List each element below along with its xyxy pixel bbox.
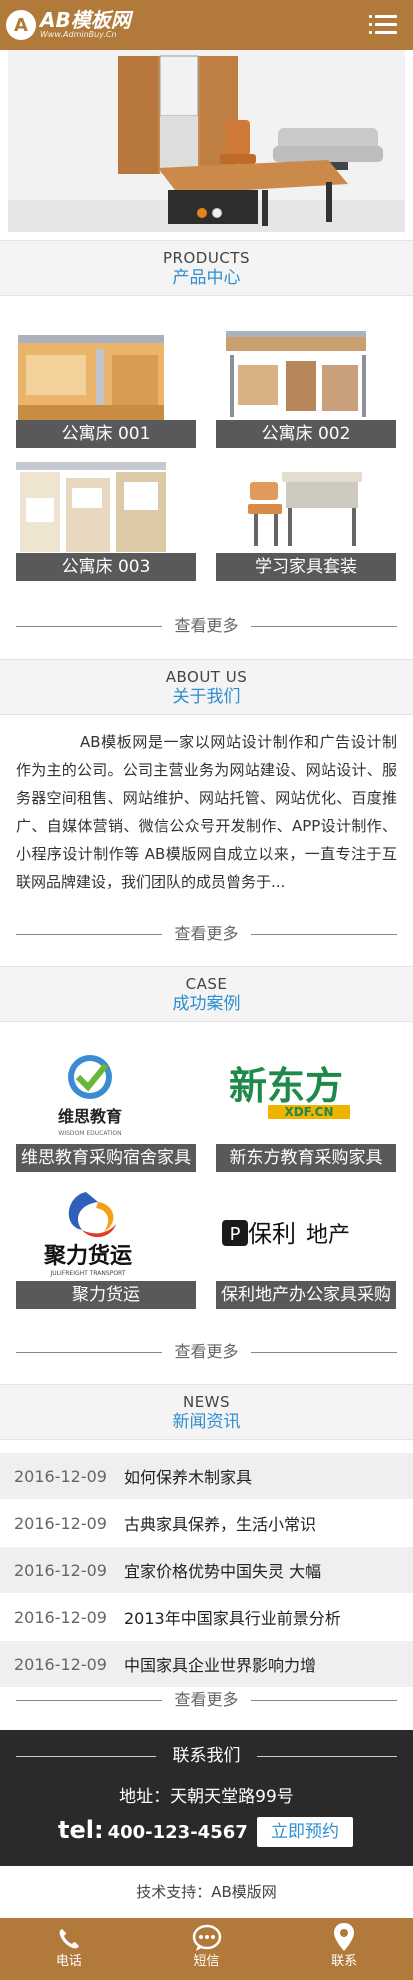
tech-support: 技术支持：AB模版网 <box>136 1883 277 1901</box>
case-caption: 聚力货运 <box>16 1281 196 1309</box>
case-card[interactable]: P 保利 地产 保利地产办公家具采购 <box>216 1186 396 1309</box>
news-title-en: NEWS <box>182 1393 231 1411</box>
product-caption: 学习家具套装 <box>216 553 396 581</box>
news-item[interactable]: 2016-12-09 中国家具企业世界影响力增 <box>0 1641 413 1687</box>
case-title-en: CASE <box>185 975 228 993</box>
news-date: 2016-12-09 <box>14 1607 107 1627</box>
news-more-link[interactable]: 查看更多 <box>171 1690 242 1709</box>
case-caption: 维思教育采购宿舍家具 <box>16 1144 196 1172</box>
menu-icon[interactable] <box>369 14 397 36</box>
case-logo-juli: 聚力货运 JULIFREIGHT TRANSPORT <box>16 1186 196 1281</box>
product-image <box>16 325 196 420</box>
news-date: 2016-12-09 <box>14 1466 107 1486</box>
product-caption: 公寓床 002 <box>216 420 396 448</box>
news-more[interactable]: 查看更多 <box>16 1688 397 1712</box>
about-title-cn[interactable]: 关于我们 <box>0 686 413 708</box>
logo-mark: A <box>6 10 36 40</box>
about-more[interactable]: 查看更多 <box>16 922 397 946</box>
product-card[interactable]: 公寓床 001 <box>16 325 196 448</box>
case-card[interactable]: 聚力货运 JULIFREIGHT TRANSPORT 聚力货运 <box>16 1186 196 1309</box>
svg-text:JULIFREIGHT TRANSPORT: JULIFREIGHT TRANSPORT <box>50 1270 126 1277</box>
tel-label: tel: <box>58 1816 104 1844</box>
tab-contact-label: 联系 <box>331 1954 358 1969</box>
svg-text:维思教育: 维思教育 <box>58 1107 122 1126</box>
location-icon <box>334 1923 355 1951</box>
product-card[interactable]: 学习家具套装 <box>216 458 396 581</box>
svg-text:WISDOM EDUCATION: WISDOM EDUCATION <box>58 1130 121 1137</box>
case-caption: 新东方教育采购家具 <box>216 1144 396 1172</box>
product-image <box>16 458 196 553</box>
news-item[interactable]: 2016-12-09 2013年中国家具行业前景分析 <box>0 1594 413 1640</box>
product-card[interactable]: 公寓床 003 <box>16 458 196 581</box>
news-date: 2016-12-09 <box>14 1513 107 1533</box>
svg-text:XDF.CN: XDF.CN <box>284 1105 333 1119</box>
case-caption: 保利地产办公家具采购 <box>216 1281 396 1309</box>
product-card[interactable]: 公寓床 002 <box>216 325 396 448</box>
case-more[interactable]: 查看更多 <box>16 1340 397 1364</box>
news-title: 宜家价格优势中国失灵 大幅 <box>124 1562 322 1581</box>
news-item[interactable]: 2016-12-09 古典家具保养，生活小常识 <box>0 1500 413 1546</box>
banner-office-furniture-image <box>8 50 405 232</box>
case-card[interactable]: 新东方 XDF.CN 新东方教育采购家具 <box>216 1049 396 1172</box>
case-title-cn[interactable]: 成功案例 <box>0 993 413 1015</box>
banner-pagination <box>197 208 222 218</box>
svg-text:聚力货运: 聚力货运 <box>43 1243 132 1269</box>
products-section-title: PRODUCTS 产品中心 <box>0 240 413 296</box>
svg-text:保利: 保利 <box>248 1220 296 1248</box>
product-image <box>216 325 396 420</box>
case-more-link[interactable]: 查看更多 <box>171 1342 242 1361</box>
svg-text:P: P <box>230 1224 241 1245</box>
news-title: 中国家具企业世界影响力增 <box>124 1656 317 1675</box>
about-text: AB模板网是一家以网站设计制作和广告设计制作为主的公司。公司主营业务为网站建设、… <box>16 733 397 891</box>
svg-text:地产: 地产 <box>306 1223 350 1248</box>
about-section-title: ABOUT US 关于我们 <box>0 659 413 715</box>
case-card[interactable]: 维思教育 WISDOM EDUCATION 维思教育采购宿舍家具 <box>16 1049 196 1172</box>
svg-text:新东方: 新东方 <box>229 1064 343 1108</box>
case-logo-poly: P 保利 地产 <box>216 1186 396 1281</box>
tab-sms-label: 短信 <box>193 1954 220 1969</box>
news-item[interactable]: 2016-12-09 宜家价格优势中国失灵 大幅 <box>0 1547 413 1593</box>
bottom-nav: 电话 短信 联系 <box>0 1918 413 1980</box>
product-caption: 公寓床 003 <box>16 553 196 581</box>
news-item[interactable]: 2016-12-09 如何保养木制家具 <box>0 1453 413 1499</box>
banner-dot-1[interactable] <box>197 208 207 218</box>
book-now-button[interactable]: 立即预约 <box>257 1817 353 1847</box>
tab-phone[interactable]: 电话 <box>0 1918 138 1980</box>
logo-subtitle: Www.AdminBuy.Cn <box>40 30 117 39</box>
products-more-link[interactable]: 查看更多 <box>171 616 242 635</box>
about-more-link[interactable]: 查看更多 <box>171 924 242 943</box>
news-date: 2016-12-09 <box>14 1654 107 1674</box>
case-section-title: CASE 成功案例 <box>0 966 413 1022</box>
case-logo-xdf: 新东方 XDF.CN <box>216 1049 396 1144</box>
message-icon <box>192 1924 221 1951</box>
news-title: 2013年中国家具行业前景分析 <box>124 1609 341 1628</box>
tab-sms[interactable]: 短信 <box>138 1918 276 1980</box>
site-logo[interactable]: A AB模板网 Www.AdminBuy.Cn <box>6 10 131 40</box>
news-title-cn[interactable]: 新闻资讯 <box>0 1411 413 1433</box>
tab-phone-label: 电话 <box>55 1954 82 1969</box>
news-date: 2016-12-09 <box>14 1560 107 1580</box>
about-title-en: ABOUT US <box>165 668 248 686</box>
tel-number: 400-123-4567 <box>107 1822 248 1843</box>
phone-icon <box>59 1929 79 1949</box>
logo-title: AB模板网 <box>40 8 131 32</box>
news-title: 如何保养木制家具 <box>124 1468 253 1487</box>
tab-contact[interactable]: 联系 <box>275 1918 413 1980</box>
product-caption: 公寓床 001 <box>16 420 196 448</box>
contact-title: 联系我们 <box>172 1746 241 1766</box>
case-logo-wisdom: 维思教育 WISDOM EDUCATION <box>16 1049 196 1144</box>
site-header: A AB模板网 Www.AdminBuy.Cn <box>0 0 413 50</box>
contact-panel: 联系我们 地址：天朝天堂路99号 tel: 400-123-4567 立即预约 <box>0 1730 413 1866</box>
banner-slider[interactable] <box>8 50 405 232</box>
news-section-title: NEWS 新闻资讯 <box>0 1384 413 1440</box>
products-title-cn[interactable]: 产品中心 <box>0 267 413 289</box>
products-title-en: PRODUCTS <box>163 249 250 267</box>
products-more[interactable]: 查看更多 <box>16 614 397 638</box>
contact-address: 地址：天朝天堂路99号 <box>119 1787 294 1807</box>
banner-dot-2[interactable] <box>212 208 222 218</box>
product-image <box>216 458 396 553</box>
news-title: 古典家具保养，生活小常识 <box>124 1515 317 1534</box>
contact-phone[interactable]: tel: 400-123-4567 <box>58 1816 248 1844</box>
